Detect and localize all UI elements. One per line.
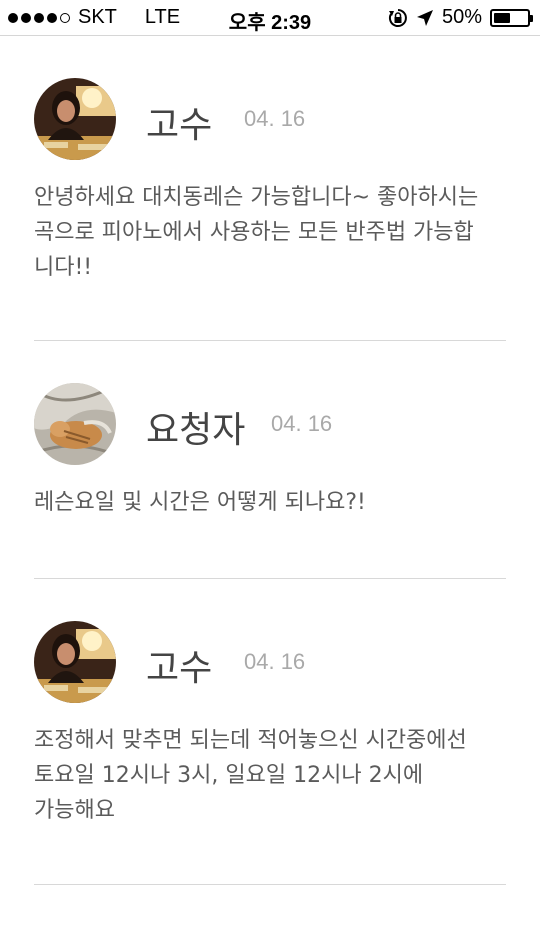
avatar[interactable]	[34, 383, 116, 465]
divider	[34, 578, 506, 579]
battery-icon	[490, 8, 533, 27]
message-text: 레슨요일 및 시간은 어떻게 되나요?!	[34, 490, 366, 515]
message-date: 04. 16	[244, 106, 306, 131]
gosu-avatar-image	[34, 621, 116, 703]
rotation-lock-icon	[388, 8, 407, 27]
location-arrow-icon	[416, 9, 433, 26]
gosu-avatar-image	[34, 78, 116, 160]
avatar[interactable]	[34, 78, 116, 160]
sender-name: 고수	[146, 648, 213, 689]
avatar[interactable]	[34, 621, 116, 703]
sender-name: 고수	[146, 105, 213, 146]
divider	[34, 884, 506, 885]
message-item: 고수 04. 16 안녕하세요 대치동레슨 가능합니다~ 좋아하시는 곡으로 피…	[34, 78, 506, 285]
battery-percent: 50%	[441, 6, 482, 28]
message-date: 04. 16	[244, 649, 306, 674]
message-item: 고수 04. 16 조정해서 맞추면 되는데 적어놓으신 시간중에선 토요일 1…	[34, 621, 506, 828]
divider	[34, 340, 506, 341]
cat-avatar-image	[34, 383, 116, 465]
message-text: 조정해서 맞추면 되는데 적어놓으신 시간중에선 토요일 12시나 3시, 일요…	[34, 728, 467, 823]
status-bar: SKT LTE 오후 2:39 50%	[0, 0, 540, 36]
message-item: 요청자 04. 16 레슨요일 및 시간은 어떻게 되나요?!	[34, 383, 506, 520]
message-text: 안녕하세요 대치동레슨 가능합니다~ 좋아하시는 곡으로 피아노에서 사용하는 …	[34, 185, 479, 280]
status-right: 50%	[388, 6, 533, 29]
sender-name: 요청자	[146, 410, 246, 451]
message-date: 04. 16	[271, 411, 333, 436]
